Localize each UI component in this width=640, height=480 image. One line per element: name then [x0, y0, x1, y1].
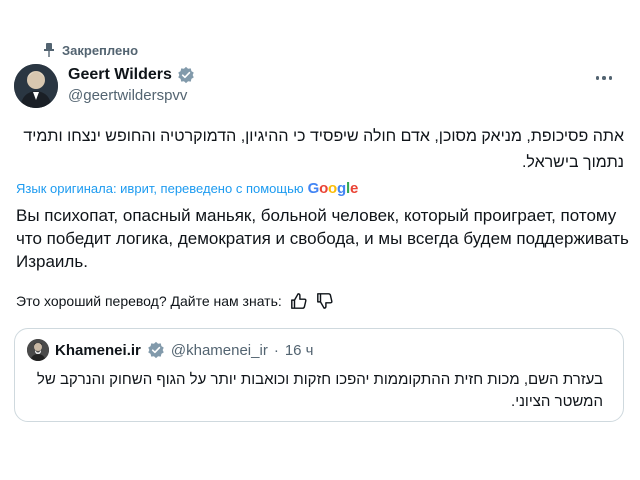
thumbs-down-icon[interactable]	[316, 292, 334, 310]
post-header: Geert Wilders @geertwilderspvv	[68, 66, 195, 104]
translation-note[interactable]: Язык оригинала: иврит, переведено с помо…	[16, 180, 358, 197]
quoted-post-text: בעזרת השם, מכות חזית ההתקוממות יהפכו חזק…	[36, 371, 603, 410]
quoted-timestamp: 16 ч	[284, 341, 314, 359]
separator-dot: ·	[273, 341, 279, 359]
feedback-prompt: Это хороший перевод? Дайте нам знать:	[16, 293, 282, 309]
avatar[interactable]	[14, 64, 58, 108]
thumbs-up-icon[interactable]	[290, 292, 308, 310]
author-name[interactable]: Geert Wilders	[68, 66, 172, 84]
google-logo: Google	[307, 180, 359, 197]
quoted-post[interactable]: Khamenei.ir @khamenei_ir · 16 ч בעזרת הש…	[14, 328, 624, 422]
quoted-author-handle: @khamenei_ir	[170, 341, 268, 359]
more-dot-icon	[595, 76, 599, 80]
verified-badge-icon	[148, 341, 164, 359]
more-dot-icon	[602, 76, 606, 80]
pinned-indicator: Закреплено	[42, 42, 138, 58]
quoted-post-header: Khamenei.ir @khamenei_ir · 16 ч	[27, 339, 611, 361]
quoted-avatar	[27, 339, 49, 361]
more-options-button[interactable]	[590, 70, 619, 86]
pin-icon	[44, 43, 54, 57]
translation-note-text: Язык оригинала: иврит, переведено с помо…	[16, 181, 304, 196]
translation-feedback: Это хороший перевод? Дайте нам знать:	[16, 292, 334, 310]
quoted-author-name: Khamenei.ir	[55, 341, 141, 359]
pinned-label: Закреплено	[62, 42, 139, 58]
avatar-image	[14, 64, 58, 108]
author-handle[interactable]: @geertwilderspvv	[68, 87, 195, 104]
more-dot-icon	[608, 76, 612, 80]
verified-badge-icon[interactable]	[177, 66, 195, 84]
post-original-text: אתה פסיכופת, מניאק מסוכן, אדם חולה שיפסי…	[23, 128, 624, 171]
post-translated-text: Вы психопат, опасный маньяк, больной чел…	[16, 206, 629, 271]
